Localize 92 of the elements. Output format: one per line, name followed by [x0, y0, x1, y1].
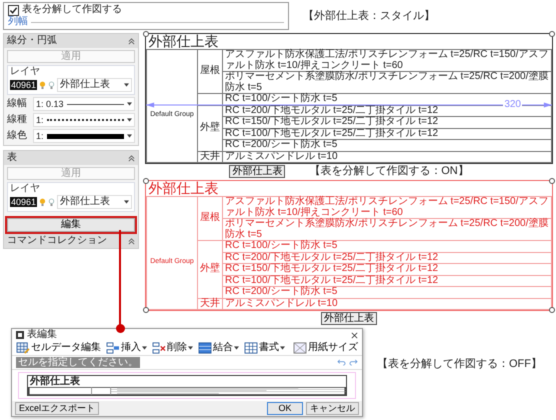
property-label: 線色: [7, 130, 28, 142]
collapse-icon[interactable]: [128, 238, 135, 244]
status-message: セルを指定してください。: [16, 357, 140, 368]
group-label: レイヤ: [10, 66, 41, 78]
caret-icon: [127, 134, 132, 138]
property-dropdown[interactable]: 1: 0.13: [33, 97, 135, 111]
property-label: 線種: [7, 114, 28, 126]
panel-title: 表: [7, 152, 17, 164]
checkbox[interactable]: [8, 4, 19, 16]
table-cell: 外壁: [198, 105, 222, 151]
bulb-icon[interactable]: [39, 80, 46, 90]
table-cell: 屋根: [198, 50, 222, 94]
table-cell: ポリマーセメント系塗膜防水/ポリスチレンフォーム t=25/RC t=200/塗膜防水 t=5: [222, 218, 552, 240]
caret-icon: [234, 346, 239, 350]
toolbar-button[interactable]: 挿入: [106, 342, 147, 354]
bulb-icon[interactable]: [39, 198, 46, 206]
table-name-button[interactable]: 外部仕上表: [229, 165, 286, 178]
excel-export-button[interactable]: Excelエクスポート: [15, 402, 100, 415]
toolbar-button[interactable]: 削除: [152, 342, 193, 354]
table-cell: RC t=100/下地モルタル t=25/二丁掛タイル t=12: [222, 128, 552, 140]
toolbar-button[interactable]: 結合: [198, 342, 239, 354]
checkbox-label: 表を分解して作図する: [22, 4, 122, 16]
caption: 【表を分解して作図する：OFF】: [377, 358, 542, 371]
undo-icon[interactable]: [337, 359, 346, 366]
table-cell: RC t=200/シート防水 t=5: [222, 140, 552, 151]
caret-icon: [188, 346, 193, 350]
table-cell: 外壁: [198, 240, 222, 298]
panel-title: コマンドコレクション: [7, 235, 107, 247]
table-cell: 天井: [198, 151, 222, 162]
property-label: 線幅: [7, 98, 28, 110]
collapse-icon[interactable]: [128, 38, 135, 44]
resize-handle[interactable]: [549, 31, 555, 37]
dialog-title: 表編集: [27, 329, 57, 341]
leader-dot: [116, 324, 125, 333]
layer-number: 40961: [10, 80, 38, 90]
caret-icon: [127, 102, 132, 106]
resize-handle[interactable]: [143, 31, 149, 37]
property-dropdown[interactable]: 1:: [33, 113, 135, 127]
panel-title: 線分・円弧: [7, 35, 57, 47]
group-label: レイヤ: [10, 183, 41, 195]
table-cell: RC t=100/下地モルタル t=25/二丁掛タイル t=12: [222, 275, 552, 286]
table-cell: RC t=150/下地モルタル t=25/二丁掛タイル t=12: [222, 264, 552, 275]
caret-icon: [142, 346, 147, 350]
layer-number: 40961: [10, 197, 38, 207]
cancel-button[interactable]: キャンセル: [306, 402, 359, 415]
dimension-value: 320: [503, 98, 522, 110]
resize-handle[interactable]: [143, 178, 149, 184]
table-edit-icon: [16, 342, 30, 354]
caption: 【外部仕上表：スタイル】: [303, 10, 435, 22]
resize-handle[interactable]: [549, 178, 555, 184]
property-dropdown[interactable]: 1:: [33, 129, 135, 143]
table-cell: アスファルト防水保護工法/ポリスチレンフォーム t=25/RC t=150/アスファルト防水 t=10/押えコンクリート t=60: [222, 50, 552, 72]
edit-button[interactable]: 編集: [7, 218, 135, 232]
table-name-button[interactable]: 外部仕上表: [321, 312, 377, 325]
table-cell: RC t=200/下地モルタル t=25/二丁掛タイル t=12: [222, 252, 552, 264]
ok-button[interactable]: OK: [267, 402, 303, 415]
layer-dropdown[interactable]: 外部仕上表: [57, 195, 132, 209]
merge-cells-icon: [198, 342, 212, 354]
section-label: 列幅: [8, 16, 28, 28]
bulb-outline-icon[interactable]: [48, 198, 56, 206]
table-cell: 屋根: [198, 196, 222, 240]
collapse-icon[interactable]: [128, 154, 135, 162]
table-cell: RC t=100/シート防水 t=5: [222, 240, 552, 252]
paper-size-icon: [293, 342, 307, 354]
layer-dropdown[interactable]: 外部仕上表: [57, 78, 132, 92]
bulb-outline-icon[interactable]: [48, 80, 56, 90]
table-cell: 天井: [198, 298, 222, 310]
table-cell: アスファルト防水保護工法/ポリスチレンフォーム t=25/RC t=150/アスファルト防水 t=10/押えコンクリート t=60: [222, 196, 552, 218]
table-format-icon: [244, 342, 258, 354]
toolbar-button[interactable]: 書式: [244, 342, 285, 354]
table-title: 外部仕上表: [146, 181, 552, 196]
caret-icon: [124, 83, 129, 87]
preview-title: 外部仕上表: [28, 376, 81, 387]
delete-row-icon: [152, 342, 166, 354]
table-cell: ポリマーセメント系塗膜防水/ポリスチレンフォーム t=25/RC t=200/塗膜防水 t=5: [222, 72, 552, 94]
table-cell: アルミスパンドレル t=10: [222, 151, 552, 162]
caret-icon: [124, 200, 129, 204]
paper-size-button[interactable]: 用紙サイズ: [293, 342, 358, 354]
table-title: 外部仕上表: [146, 34, 552, 50]
insert-row-icon: [106, 342, 120, 354]
caret-icon: [127, 118, 132, 122]
toolbar-button[interactable]: セルデータ編集: [16, 342, 101, 354]
app-icon: [16, 331, 24, 339]
table-cell: RC t=150/下地モルタル t=25/二丁掛タイル t=12: [222, 116, 552, 128]
resize-handle[interactable]: [549, 307, 555, 313]
close-icon[interactable]: [351, 332, 358, 338]
redo-icon[interactable]: [349, 359, 358, 366]
table-cell: アルミスパンドレル t=10: [222, 298, 552, 310]
table-cell: RC t=200/シート防水 t=5: [222, 286, 552, 298]
caption: 【表を分解して作図する：ON】: [309, 165, 469, 178]
resize-handle[interactable]: [143, 307, 149, 313]
caret-icon: [280, 346, 285, 350]
